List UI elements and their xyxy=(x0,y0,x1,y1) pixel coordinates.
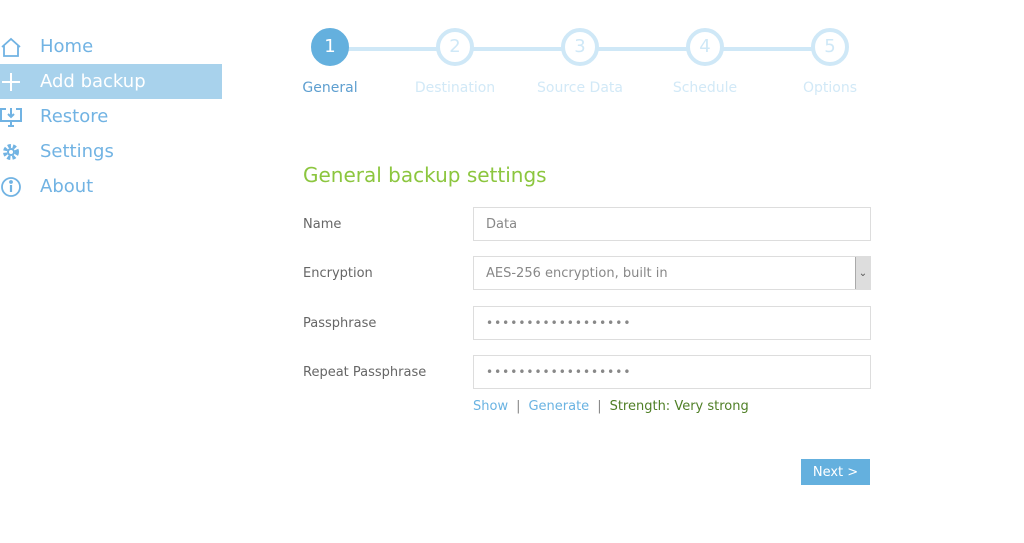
sidebar-item-label: Add backup xyxy=(40,71,146,92)
wizard-steps: 1 General 2 Destination 3 Source Data 4 Sche… xyxy=(300,28,860,98)
separator: | xyxy=(516,399,521,414)
home-icon xyxy=(0,36,40,58)
step-label: Destination xyxy=(414,80,496,96)
step-number: 4 xyxy=(686,28,724,66)
passphrase-actions: Show | Generate | Strength: Very strong xyxy=(473,399,749,414)
sidebar-item-add-backup[interactable]: Add backup xyxy=(0,64,222,99)
repeat-passphrase-label: Repeat Passphrase xyxy=(303,364,427,380)
sidebar-nav: Home Add backup Restore Settings About xyxy=(0,29,222,204)
sidebar-item-settings[interactable]: Settings xyxy=(0,134,222,169)
step-general[interactable]: 1 General xyxy=(280,28,380,96)
passphrase-label: Passphrase xyxy=(303,315,377,331)
page-title: General backup settings xyxy=(303,163,547,187)
step-schedule[interactable]: 4 Schedule xyxy=(655,28,755,96)
sidebar-item-label: Restore xyxy=(40,106,109,127)
sidebar-item-label: Settings xyxy=(40,141,114,162)
name-label: Name xyxy=(303,216,342,232)
info-icon xyxy=(0,176,40,198)
step-source-data[interactable]: 3 Source Data xyxy=(530,28,630,96)
next-button[interactable]: Next > xyxy=(801,459,870,485)
strength-indicator: Strength: Very strong xyxy=(609,399,749,414)
encryption-label: Encryption xyxy=(303,265,373,281)
step-number: 3 xyxy=(561,28,599,66)
sidebar-item-restore[interactable]: Restore xyxy=(0,99,222,134)
generate-link[interactable]: Generate xyxy=(528,399,589,414)
repeat-passphrase-row: Repeat Passphrase •••••••••••••••••• xyxy=(303,355,871,389)
passphrase-row: Passphrase •••••••••••••••••• xyxy=(303,306,871,340)
plus-icon xyxy=(0,71,40,93)
name-row: Name Data xyxy=(303,207,871,241)
sidebar-item-about[interactable]: About xyxy=(0,169,222,204)
step-number: 1 xyxy=(311,28,349,66)
repeat-passphrase-input[interactable]: •••••••••••••••••• xyxy=(473,355,871,389)
encryption-value: AES-256 encryption, built in xyxy=(486,265,668,281)
restore-icon xyxy=(0,106,40,128)
step-label: Schedule xyxy=(672,80,738,96)
gear-icon xyxy=(0,141,40,163)
encryption-select[interactable]: AES-256 encryption, built in ⌄ xyxy=(473,256,871,290)
chevron-down-icon[interactable]: ⌄ xyxy=(855,257,870,289)
step-options[interactable]: 5 Options xyxy=(780,28,880,96)
step-number: 5 xyxy=(811,28,849,66)
passphrase-input[interactable]: •••••••••••••••••• xyxy=(473,306,871,340)
sidebar-item-label: About xyxy=(40,176,94,197)
step-label: General xyxy=(302,80,358,96)
sidebar-item-home[interactable]: Home xyxy=(0,29,222,64)
step-number: 2 xyxy=(436,28,474,66)
name-input[interactable]: Data xyxy=(473,207,871,241)
step-label: Source Data xyxy=(537,80,623,96)
step-destination[interactable]: 2 Destination xyxy=(405,28,505,96)
step-label: Options xyxy=(802,80,858,96)
sidebar-item-label: Home xyxy=(40,36,94,57)
separator: | xyxy=(597,399,602,414)
encryption-row: Encryption AES-256 encryption, built in ⌄ xyxy=(303,256,871,290)
show-link[interactable]: Show xyxy=(473,399,508,414)
